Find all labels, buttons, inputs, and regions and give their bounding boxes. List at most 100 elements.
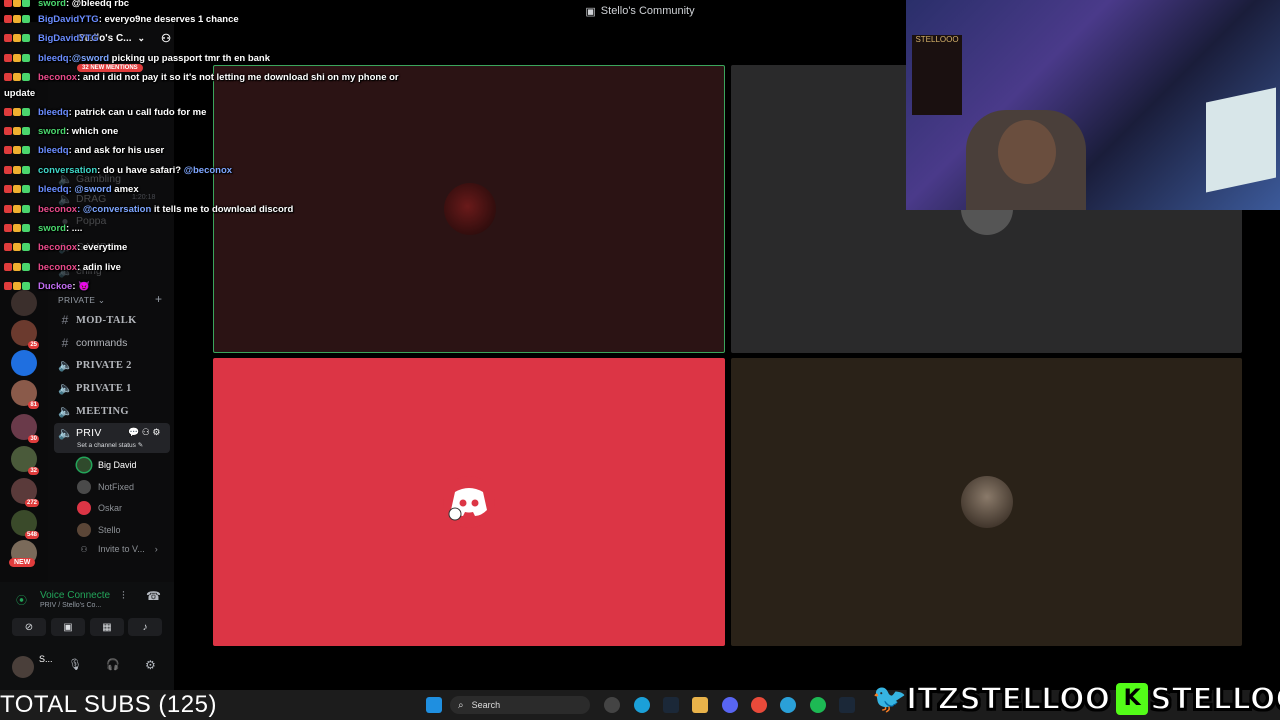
- badge-icon: [4, 243, 12, 251]
- discord-icon[interactable]: [722, 697, 738, 713]
- badge-icon: [13, 205, 21, 213]
- windows-start-icon[interactable]: [426, 697, 442, 713]
- chat-message: beconox: @conversation it tells me to do…: [4, 204, 293, 215]
- server-icon-5[interactable]: 30: [11, 414, 39, 443]
- chat-badges: [4, 224, 34, 234]
- noise-suppression-icon[interactable]: ⫶: [122, 590, 125, 603]
- steam-icon[interactable]: [663, 697, 679, 713]
- speaker-icon: 🔈: [58, 358, 73, 372]
- chat-icon[interactable]: 💬: [128, 427, 139, 437]
- chat-badges: [4, 73, 34, 83]
- server-icon-4[interactable]: 81: [11, 380, 39, 409]
- chat-mention: : @conversation: [77, 204, 152, 215]
- headphones-icon[interactable]: 🎧: [106, 658, 120, 671]
- camera-off-icon: ⊘: [24, 621, 34, 633]
- chat-message: beconox: and i did not pay it so it's no…: [4, 72, 399, 83]
- telegram-icon[interactable]: [780, 697, 796, 713]
- chat-username: beconox: [38, 262, 78, 273]
- chat-username: beconox: [38, 242, 78, 253]
- chat-message: sword: which one: [4, 126, 118, 137]
- avatar: [77, 523, 91, 537]
- chat-message: bleedq:@sword picking up passport tmr th…: [4, 53, 270, 64]
- window-title: Stello's Community: [600, 5, 695, 17]
- taskbar-search[interactable]: ⌕ Search: [450, 696, 590, 714]
- server-icon-2[interactable]: 25: [11, 320, 39, 349]
- activities-icon: ▦: [102, 621, 112, 633]
- activities-button[interactable]: ▦: [90, 618, 124, 636]
- new-badge: NEW: [9, 558, 36, 567]
- chrome-icon[interactable]: [751, 697, 767, 713]
- chat-mention: : @sword: [68, 184, 112, 195]
- badge-icon: [22, 73, 30, 81]
- server-icon-7[interactable]: 272: [11, 478, 39, 507]
- kick-icon: K: [1116, 683, 1149, 715]
- badge-icon: [22, 205, 30, 213]
- chat-text: : patrick can u call fudo for me: [68, 107, 207, 118]
- channel-priv[interactable]: 🔈 PRIV: [58, 426, 102, 440]
- discord-logo-icon: [443, 476, 495, 528]
- badge-icon: [13, 127, 21, 135]
- gear-icon[interactable]: ⚙: [152, 427, 160, 437]
- channel-commands[interactable]: # commands: [58, 336, 128, 350]
- voice-user-stello[interactable]: Stello: [77, 523, 121, 537]
- badge-icon: [4, 15, 12, 23]
- server-icon-6[interactable]: 32: [11, 446, 39, 475]
- microphone-icon[interactable]: 🎙: [68, 658, 82, 671]
- chat-message: Duckoe: 😈: [4, 281, 90, 292]
- channel-private-1[interactable]: 🔈 PRIVATE 1: [58, 381, 132, 395]
- chat-badges: [4, 15, 34, 25]
- avatar[interactable]: [12, 656, 34, 678]
- video-tile-stello[interactable]: [731, 358, 1242, 646]
- screen-share-button[interactable]: ▣: [51, 618, 85, 636]
- chat-badges: [4, 0, 34, 9]
- badge-icon: [13, 15, 21, 23]
- badge-icon: [22, 224, 30, 232]
- channel-status-hint[interactable]: Set a channel status ✎: [77, 441, 143, 449]
- server-icon-8[interactable]: 548: [11, 510, 39, 539]
- voice-status-title[interactable]: Voice Connecte: [40, 590, 110, 601]
- channel-private-2[interactable]: 🔈 PRIVATE 2: [58, 358, 132, 372]
- chat-badges: [4, 127, 34, 137]
- video-tile-oskar[interactable]: [213, 358, 725, 646]
- speaker-icon: 🔈: [58, 404, 73, 418]
- disconnect-icon[interactable]: ☎: [146, 589, 161, 603]
- badge-icon: [4, 108, 12, 116]
- voice-user-oskar[interactable]: Oskar: [77, 501, 122, 515]
- screen-share-icon: ▣: [63, 621, 73, 633]
- obs-icon[interactable]: [604, 697, 620, 713]
- chat-text: : ....: [65, 223, 83, 234]
- mention-badge: 30: [28, 435, 39, 443]
- soundboard-button[interactable]: ♪: [128, 618, 162, 636]
- chat-text: : everyo9ne deserves 1 chance: [98, 14, 239, 25]
- badge-icon: [13, 34, 21, 42]
- soundboard-icon: ♪: [142, 621, 148, 633]
- chat-message: sword: @bleedq rbc: [4, 0, 129, 9]
- badge-icon: [4, 166, 12, 174]
- server-icon-3[interactable]: [11, 350, 37, 376]
- chat-text: : which one: [65, 126, 119, 137]
- edge-icon[interactable]: [634, 697, 650, 713]
- new-mentions-pill[interactable]: 32 NEW MENTIONS: [77, 64, 143, 72]
- chat-username: beconox: [38, 204, 78, 215]
- gear-icon[interactable]: ⚙: [145, 658, 156, 672]
- voice-status-subtitle[interactable]: PRIV / Stello's Co...: [40, 602, 101, 609]
- camera-off-button[interactable]: ⊘: [12, 618, 46, 636]
- steam-icon-2[interactable]: [839, 697, 855, 713]
- invite-to-voice[interactable]: ⚇ Invite to V... ›: [77, 544, 157, 554]
- chat-username: bleedq: [38, 107, 69, 118]
- channel-mod-talk[interactable]: # MOD-TALK: [58, 313, 137, 327]
- spotify-icon[interactable]: [810, 697, 826, 713]
- channel-meeting[interactable]: 🔈 MEETING: [58, 404, 129, 418]
- add-user-icon: ⚇: [80, 544, 88, 554]
- twitter-handle: ITZSTELLOO: [905, 681, 1111, 718]
- badge-icon: [13, 73, 21, 81]
- voice-user-notfixed[interactable]: NotFixed: [77, 480, 134, 494]
- add-member-icon[interactable]: ⚇: [142, 427, 150, 437]
- chat-badges: [4, 243, 34, 253]
- badge-icon: [13, 282, 21, 290]
- hash-icon: #: [61, 313, 69, 327]
- chat-badges: [4, 282, 34, 292]
- voice-user-big-david[interactable]: Big David: [77, 458, 137, 472]
- chat-username: conversation: [38, 165, 98, 176]
- file-explorer-icon[interactable]: [692, 697, 708, 713]
